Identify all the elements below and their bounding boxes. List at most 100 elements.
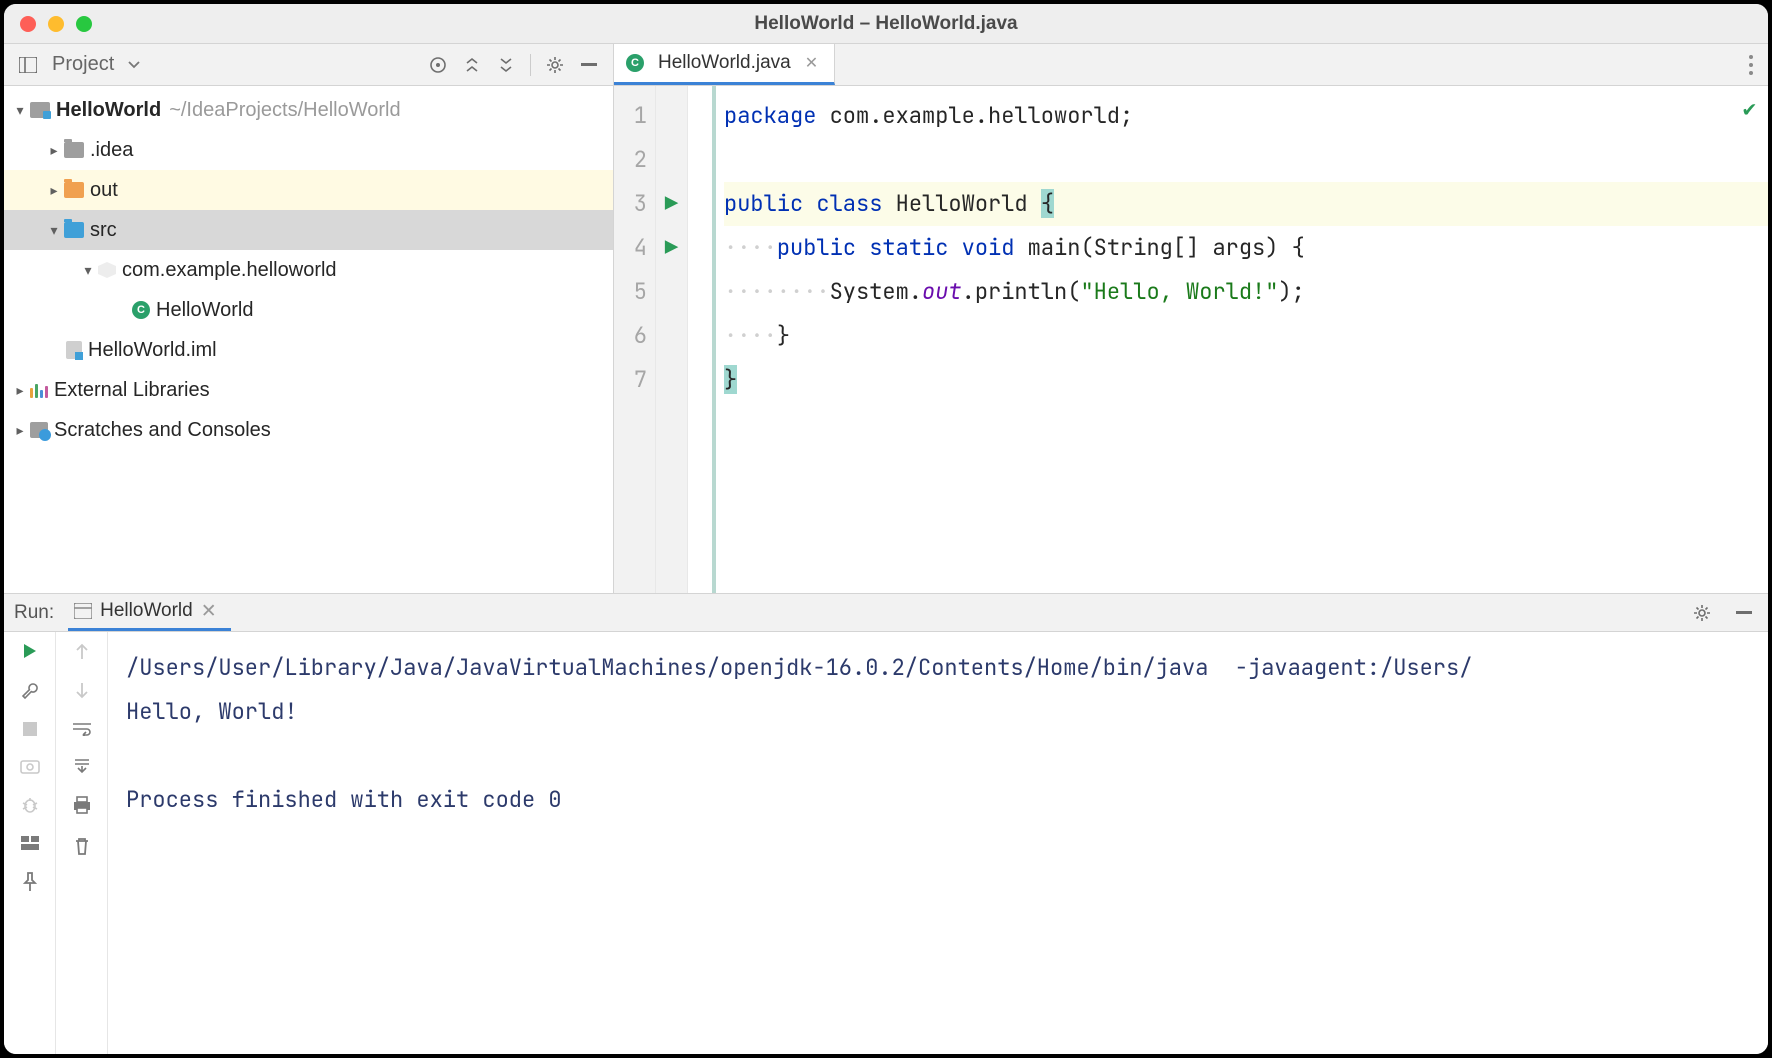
- chevron-right-icon[interactable]: ▸: [44, 142, 64, 159]
- tree-item-label: External Libraries: [54, 379, 210, 402]
- tree-item-label: out: [90, 179, 118, 202]
- run-toolbar-primary: [4, 632, 56, 1054]
- expand-all-icon[interactable]: [458, 51, 486, 79]
- layout-icon[interactable]: [21, 836, 39, 850]
- tree-src[interactable]: ▾ src: [4, 210, 613, 250]
- inspection-ok-icon[interactable]: ✔: [1743, 94, 1756, 123]
- camera-icon[interactable]: [20, 758, 40, 774]
- tree-iml[interactable]: HelloWorld.iml: [4, 330, 613, 370]
- chevron-right-icon[interactable]: ▸: [10, 382, 30, 399]
- tree-class[interactable]: C HelloWorld: [4, 290, 613, 330]
- ide-window: HelloWorld – HelloWorld.java Project: [0, 0, 1772, 1058]
- line-number: 7: [614, 358, 647, 402]
- chevron-down-icon[interactable]: ▾: [78, 262, 98, 279]
- close-tab-icon[interactable]: ✕: [201, 600, 217, 623]
- run-console[interactable]: /Users/User/Library/Java/JavaVirtualMach…: [108, 632, 1768, 1054]
- console-line: Process finished with exit code 0: [126, 778, 1750, 822]
- code-token: package: [724, 101, 816, 130]
- close-tab-icon[interactable]: ✕: [805, 53, 818, 73]
- chevron-down-icon[interactable]: ▾: [44, 222, 64, 239]
- tree-item-label: com.example.helloworld: [122, 259, 337, 282]
- code-token: );: [1278, 277, 1304, 306]
- code-content[interactable]: package com.example.helloworld; public c…: [716, 86, 1768, 593]
- run-tool-window: Run: HelloWorld ✕: [4, 594, 1768, 1054]
- soft-wrap-icon[interactable]: [72, 722, 92, 736]
- run-toolbar-secondary: [56, 632, 108, 1054]
- run-line-marker-icon[interactable]: ▶: [656, 226, 687, 270]
- console-line: /Users/User/Library/Java/JavaVirtualMach…: [126, 646, 1750, 690]
- code-token: HelloWorld: [882, 189, 1040, 218]
- wrench-icon[interactable]: [21, 682, 39, 700]
- hide-panel-icon[interactable]: [1730, 599, 1758, 627]
- chevron-right-icon[interactable]: ▸: [44, 182, 64, 199]
- tree-item-label: Scratches and Consoles: [54, 419, 271, 442]
- project-tool-window: Project: [4, 44, 614, 593]
- gutter-run-icons: ▶ ▶: [656, 86, 688, 593]
- code-token: (String[] args) {: [1080, 233, 1304, 262]
- code-token: static: [869, 233, 948, 262]
- collapse-all-icon[interactable]: [492, 51, 520, 79]
- code-token: "Hello, World!": [1080, 277, 1278, 306]
- line-number: 3: [614, 182, 647, 226]
- project-tree[interactable]: ▾ HelloWorld ~/IdeaProjects/HelloWorld ▸…: [4, 86, 613, 593]
- run-line-marker-icon[interactable]: ▶: [656, 182, 687, 226]
- editor-tab-label: HelloWorld.java: [658, 52, 791, 74]
- gear-icon[interactable]: [1688, 599, 1716, 627]
- up-arrow-icon[interactable]: [75, 642, 89, 660]
- minimize-window-icon[interactable]: [48, 16, 64, 32]
- trash-icon[interactable]: [74, 836, 90, 856]
- down-arrow-icon[interactable]: [75, 682, 89, 700]
- folder-icon: [64, 222, 84, 238]
- titlebar: HelloWorld – HelloWorld.java: [4, 4, 1768, 44]
- pin-icon[interactable]: [23, 872, 37, 892]
- code-token: public: [724, 189, 803, 218]
- hide-panel-icon[interactable]: [575, 51, 603, 79]
- editor-body[interactable]: 1 2 3 4 5 6 7 ▶ ▶ package com.example.he…: [614, 86, 1768, 593]
- more-icon[interactable]: [1742, 54, 1760, 76]
- tree-package[interactable]: ▾ com.example.helloworld: [4, 250, 613, 290]
- locate-icon[interactable]: [424, 51, 452, 79]
- gutter-line-numbers: 1 2 3 4 5 6 7: [614, 86, 656, 593]
- code-token: }: [724, 365, 737, 394]
- print-icon[interactable]: [72, 796, 92, 814]
- run-config-tab[interactable]: HelloWorld ✕: [68, 594, 231, 631]
- dropdown-icon[interactable]: [120, 51, 148, 79]
- folder-icon: [64, 182, 84, 198]
- module-icon: [30, 102, 50, 118]
- code-token: .println(: [962, 277, 1081, 306]
- close-window-icon[interactable]: [20, 16, 36, 32]
- stop-icon[interactable]: [23, 722, 37, 736]
- tree-item-label: src: [90, 219, 117, 242]
- tree-external-libs[interactable]: ▸ External Libraries: [4, 370, 613, 410]
- run-header: Run: HelloWorld ✕: [4, 594, 1768, 632]
- tree-idea[interactable]: ▸ .idea: [4, 130, 613, 170]
- file-icon: [66, 341, 82, 359]
- chevron-right-icon[interactable]: ▸: [10, 422, 30, 439]
- line-number: 2: [614, 138, 647, 182]
- application-icon: [74, 603, 92, 619]
- gear-icon[interactable]: [541, 51, 569, 79]
- package-icon: [98, 262, 116, 278]
- run-label: Run:: [14, 602, 54, 624]
- library-icon: [30, 382, 48, 398]
- scroll-to-end-icon[interactable]: [73, 758, 91, 774]
- window-title: HelloWorld – HelloWorld.java: [4, 13, 1768, 35]
- line-number: 5: [614, 270, 647, 314]
- rerun-icon[interactable]: [22, 642, 38, 660]
- tree-root[interactable]: ▾ HelloWorld ~/IdeaProjects/HelloWorld: [4, 90, 613, 130]
- gutter-fold: [688, 86, 716, 593]
- editor-tab-helloworld[interactable]: C HelloWorld.java ✕: [614, 44, 835, 85]
- line-number: 4: [614, 226, 647, 270]
- tree-item-label: .idea: [90, 139, 133, 162]
- class-icon: C: [132, 301, 150, 319]
- code-token: }: [777, 321, 790, 350]
- tree-out[interactable]: ▸ out: [4, 170, 613, 210]
- chevron-down-icon[interactable]: ▾: [10, 102, 30, 119]
- console-line: Hello, World!: [126, 690, 1750, 734]
- editor-tabs: C HelloWorld.java ✕: [614, 44, 1768, 86]
- project-view-icon[interactable]: [14, 51, 42, 79]
- folder-icon: [64, 142, 84, 158]
- debug-icon[interactable]: [20, 796, 40, 814]
- zoom-window-icon[interactable]: [76, 16, 92, 32]
- tree-scratches[interactable]: ▸ Scratches and Consoles: [4, 410, 613, 450]
